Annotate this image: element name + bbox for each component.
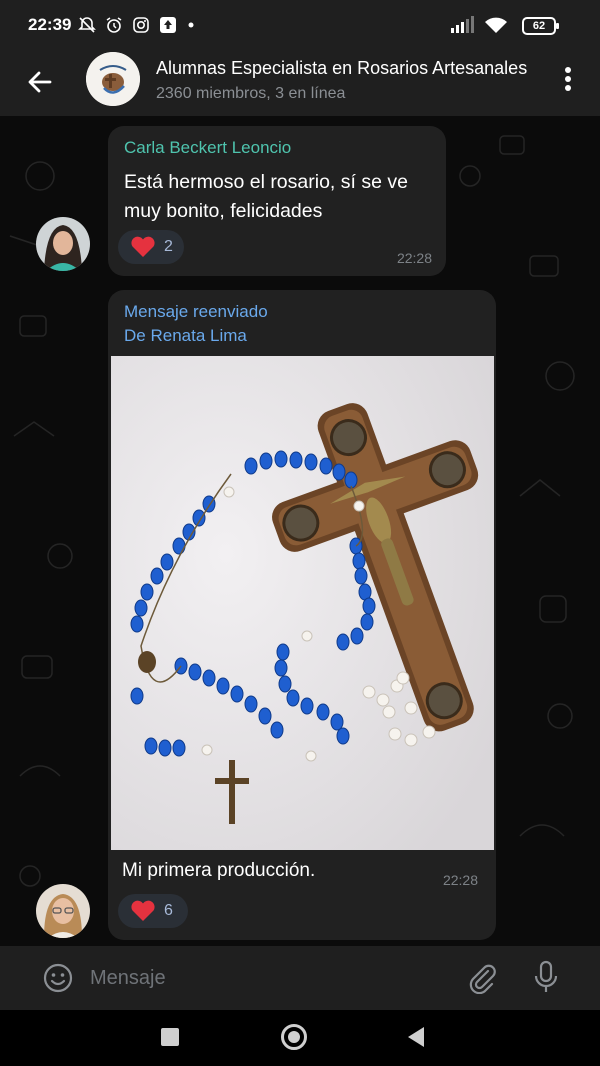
more-options-icon[interactable]	[564, 66, 572, 92]
reaction-chip[interactable]: 6	[118, 894, 188, 928]
heart-icon	[131, 900, 155, 921]
message-bubble[interactable]: Carla Beckert Leoncio Está hermoso el ro…	[108, 126, 446, 276]
back-arrow-icon[interactable]	[24, 66, 56, 98]
system-back-icon[interactable]	[408, 1027, 424, 1047]
forward-from[interactable]: Renata Lima	[150, 326, 246, 345]
status-time: 22:39	[28, 15, 72, 34]
forward-prefix: De	[124, 326, 146, 345]
message-input-bar	[0, 946, 600, 1010]
status-icons-left	[78, 16, 196, 34]
attachment-icon[interactable]	[466, 962, 498, 994]
forward-label: Mensaje reenviado	[124, 302, 268, 321]
alarm-icon	[106, 17, 122, 33]
forwarded-message-bubble[interactable]: Mensaje reenviado De Renata Lima Mi prim…	[108, 290, 496, 940]
chat-header: Alumnas Especialista en Rosarios Artesan…	[0, 52, 600, 116]
upload-icon	[160, 17, 176, 33]
system-nav-bar	[0, 1010, 600, 1066]
instagram-icon	[133, 17, 149, 33]
group-avatar[interactable]	[86, 52, 140, 106]
status-bar: 22:39 62	[0, 0, 600, 52]
message-input[interactable]	[90, 960, 450, 996]
reaction-count: 6	[164, 902, 173, 919]
heart-icon	[131, 236, 155, 257]
message-photo[interactable]	[111, 356, 494, 850]
message-time: 22:28	[442, 872, 478, 888]
home-icon[interactable]	[281, 1024, 307, 1050]
chat-area[interactable]: Carla Beckert Leoncio Está hermoso el ro…	[0, 116, 600, 946]
recent-apps-icon[interactable]	[161, 1028, 179, 1046]
photo-caption: Mi primera producción.	[122, 860, 316, 881]
rosary-photo	[111, 356, 494, 850]
do-not-disturb-icon	[78, 17, 96, 33]
avatar[interactable]	[36, 217, 90, 271]
signal-icon	[451, 16, 474, 33]
battery-icon: 62	[522, 17, 559, 35]
message-text: Está hermoso el rosario, sí se ve muy bo…	[124, 171, 408, 222]
dot-icon	[188, 22, 194, 28]
microphone-icon[interactable]	[532, 960, 560, 994]
avatar[interactable]	[36, 884, 90, 938]
forward-source[interactable]: De Renata Lima	[124, 326, 247, 346]
emoji-icon[interactable]	[42, 962, 74, 994]
reaction-count: 2	[164, 238, 173, 255]
reaction-chip[interactable]: 2	[118, 230, 184, 264]
message-sender[interactable]: Carla Beckert Leoncio	[124, 138, 291, 158]
wifi-icon	[485, 17, 507, 33]
message-time: 22:28	[396, 250, 432, 266]
group-member-count: 2360 miembros, 3 en línea	[156, 85, 346, 102]
group-title[interactable]: Alumnas Especialista en Rosarios Artesan…	[156, 58, 548, 79]
